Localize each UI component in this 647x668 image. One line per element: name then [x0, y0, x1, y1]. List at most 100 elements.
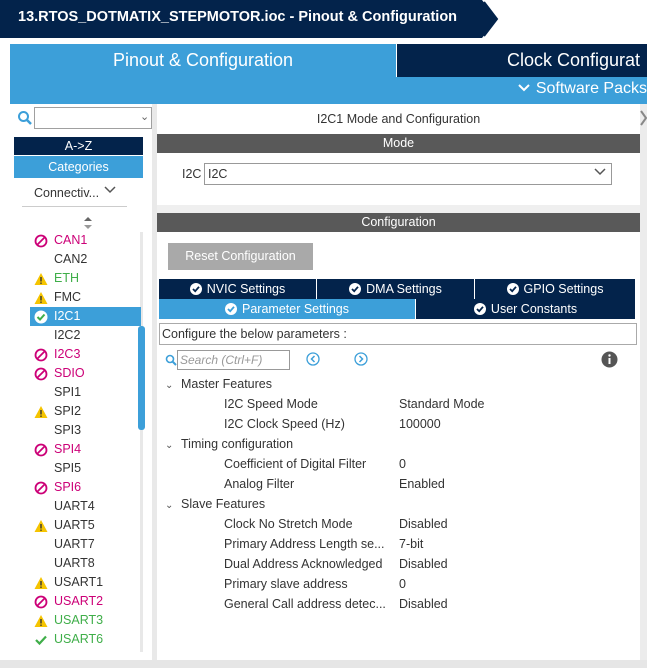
- tab-nvic-settings[interactable]: NVIC Settings: [159, 279, 316, 299]
- peripheral-item-spi2[interactable]: SPI2: [30, 402, 140, 421]
- check-circle-icon: [225, 303, 237, 315]
- peripheral-label: CAN1: [54, 233, 88, 247]
- chevron-down-icon: [518, 84, 530, 92]
- peripheral-label: SPI6: [54, 480, 82, 494]
- peripheral-label: UART8: [54, 556, 95, 570]
- peripheral-item-can1[interactable]: CAN1: [30, 231, 140, 250]
- warning-icon: [34, 273, 48, 285]
- chevron-down-icon: ⌄: [165, 380, 174, 391]
- previous-result-icon[interactable]: [306, 352, 320, 366]
- parameter-group[interactable]: ⌄ Timing configuration: [165, 437, 293, 451]
- categories-button[interactable]: Categories: [14, 156, 143, 178]
- tab-pinout-configuration[interactable]: Pinout & Configuration: [10, 44, 396, 77]
- peripheral-item-spi3[interactable]: SPI3: [30, 421, 140, 440]
- category-select-value: Connectiv...: [34, 186, 100, 200]
- peripheral-label: UART4: [54, 499, 95, 513]
- peripheral-label: ETH: [54, 271, 79, 285]
- search-icon: [165, 354, 177, 366]
- peripheral-item-uart8[interactable]: UART8: [30, 554, 140, 573]
- parameter-value[interactable]: Disabled: [399, 517, 448, 531]
- search-input[interactable]: [34, 107, 152, 129]
- chevron-down-icon[interactable]: ⌄: [140, 110, 149, 123]
- group-label: Timing configuration: [181, 437, 294, 451]
- peripheral-item-usart1[interactable]: USART1: [30, 573, 140, 592]
- parameter-value[interactable]: 0: [399, 457, 406, 471]
- info-icon[interactable]: [601, 351, 618, 368]
- tab-label: User Constants: [490, 302, 578, 316]
- peripheral-item-spi1[interactable]: SPI1: [30, 383, 140, 402]
- warning-icon: [34, 577, 48, 589]
- peripheral-label: USART6: [54, 632, 104, 646]
- check-circle-icon: [34, 310, 48, 324]
- tab-clock-configuration[interactable]: Clock Configurat: [397, 44, 647, 77]
- parameter-group[interactable]: ⌄ Slave Features: [165, 497, 265, 511]
- peripheral-item-i2c2[interactable]: I2C2: [30, 326, 140, 345]
- parameter-group[interactable]: ⌄ Master Features: [165, 377, 272, 391]
- disabled-icon: [34, 595, 48, 609]
- scrollbar-thumb[interactable]: [138, 326, 145, 430]
- tab-user-constants[interactable]: User Constants: [416, 299, 635, 319]
- tab-label: Parameter Settings: [242, 302, 349, 316]
- peripheral-item-spi4[interactable]: SPI4: [30, 440, 140, 459]
- chevron-down-icon: [104, 186, 116, 194]
- peripheral-item-sdio[interactable]: SDIO: [30, 364, 140, 383]
- peripheral-item-spi6[interactable]: SPI6: [30, 478, 140, 497]
- peripheral-item-usart6[interactable]: USART6: [30, 630, 140, 649]
- group-label: Slave Features: [181, 497, 266, 511]
- software-packs-menu[interactable]: Software Packs: [518, 80, 647, 98]
- parameter-name: Analog Filter: [224, 477, 295, 491]
- parameter-value[interactable]: Enabled: [399, 477, 445, 491]
- peripheral-label: SPI2: [54, 404, 82, 418]
- peripheral-item-uart4[interactable]: UART4: [30, 497, 140, 516]
- peripheral-item-eth[interactable]: ETH: [30, 269, 140, 288]
- next-result-icon[interactable]: [354, 352, 368, 366]
- scrollbar-track[interactable]: [140, 232, 143, 652]
- i2c-mode-select[interactable]: [204, 163, 612, 185]
- sort-az-button[interactable]: A->Z: [14, 137, 143, 155]
- chevron-right-icon[interactable]: [640, 108, 647, 128]
- peripheral-item-uart7[interactable]: UART7: [30, 535, 140, 554]
- parameter-value[interactable]: 7-bit: [399, 537, 423, 551]
- parameter-value[interactable]: 0: [399, 577, 406, 591]
- peripheral-item-usart3[interactable]: USART3: [30, 611, 140, 630]
- parameter-value[interactable]: Disabled: [399, 557, 448, 571]
- peripheral-label: CAN2: [54, 252, 88, 266]
- parameter-value[interactable]: Disabled: [399, 597, 448, 611]
- peripheral-item-spi5[interactable]: SPI5: [30, 459, 140, 478]
- check-circle-icon: [473, 303, 486, 315]
- peripheral-item-i2c1[interactable]: I2C1: [30, 307, 141, 326]
- peripheral-list: CAN1 CAN2 ETH FMC I2C1 I2C2 I2C3 SDIO SPI1 SPI2 SP…: [30, 231, 141, 649]
- tab-label: NVIC Settings: [206, 282, 286, 296]
- tab-label: GPIO Settings: [523, 282, 604, 296]
- tab-gpio-settings[interactable]: GPIO Settings: [475, 279, 635, 299]
- i2c-mode-label: I2C: [182, 167, 202, 181]
- reset-configuration-button[interactable]: Reset Configuration: [168, 243, 313, 270]
- peripheral-label: SDIO: [54, 366, 85, 380]
- parameter-value[interactable]: Standard Mode: [399, 397, 484, 411]
- parameter-name: Primary Address Length se...: [224, 537, 385, 551]
- peripheral-item-usart2[interactable]: USART2: [30, 592, 140, 611]
- disabled-icon: [34, 367, 48, 381]
- mode-section-bar: Mode: [157, 134, 640, 153]
- parameter-name: Coefficient of Digital Filter: [224, 457, 367, 471]
- warning-icon: [34, 406, 48, 418]
- peripheral-item-i2c3[interactable]: I2C3: [30, 345, 140, 364]
- tab-dma-settings[interactable]: DMA Settings: [317, 279, 474, 299]
- peripheral-label: SPI3: [54, 423, 82, 437]
- chevron-down-icon: ⌄: [165, 440, 174, 451]
- peripheral-item-uart5[interactable]: UART5: [30, 516, 140, 535]
- tab-parameter-settings[interactable]: Parameter Settings: [159, 299, 415, 319]
- config-description: Configure the below parameters :: [159, 323, 637, 345]
- peripheral-label: I2C1: [54, 309, 81, 323]
- peripheral-label: I2C3: [54, 347, 81, 361]
- parameter-value[interactable]: 100000: [399, 417, 441, 431]
- parameter-name: Dual Address Acknowledged: [224, 557, 383, 571]
- disabled-icon: [34, 481, 48, 495]
- parameter-name: Clock No Stretch Mode: [224, 517, 353, 531]
- peripheral-item-fmc[interactable]: FMC: [30, 288, 140, 307]
- sort-icon[interactable]: [82, 216, 94, 230]
- right-collapse-strip: [640, 104, 647, 660]
- parameter-name: I2C Speed Mode: [224, 397, 318, 411]
- check-circle-icon: [506, 283, 519, 295]
- peripheral-item-can2[interactable]: CAN2: [30, 250, 140, 269]
